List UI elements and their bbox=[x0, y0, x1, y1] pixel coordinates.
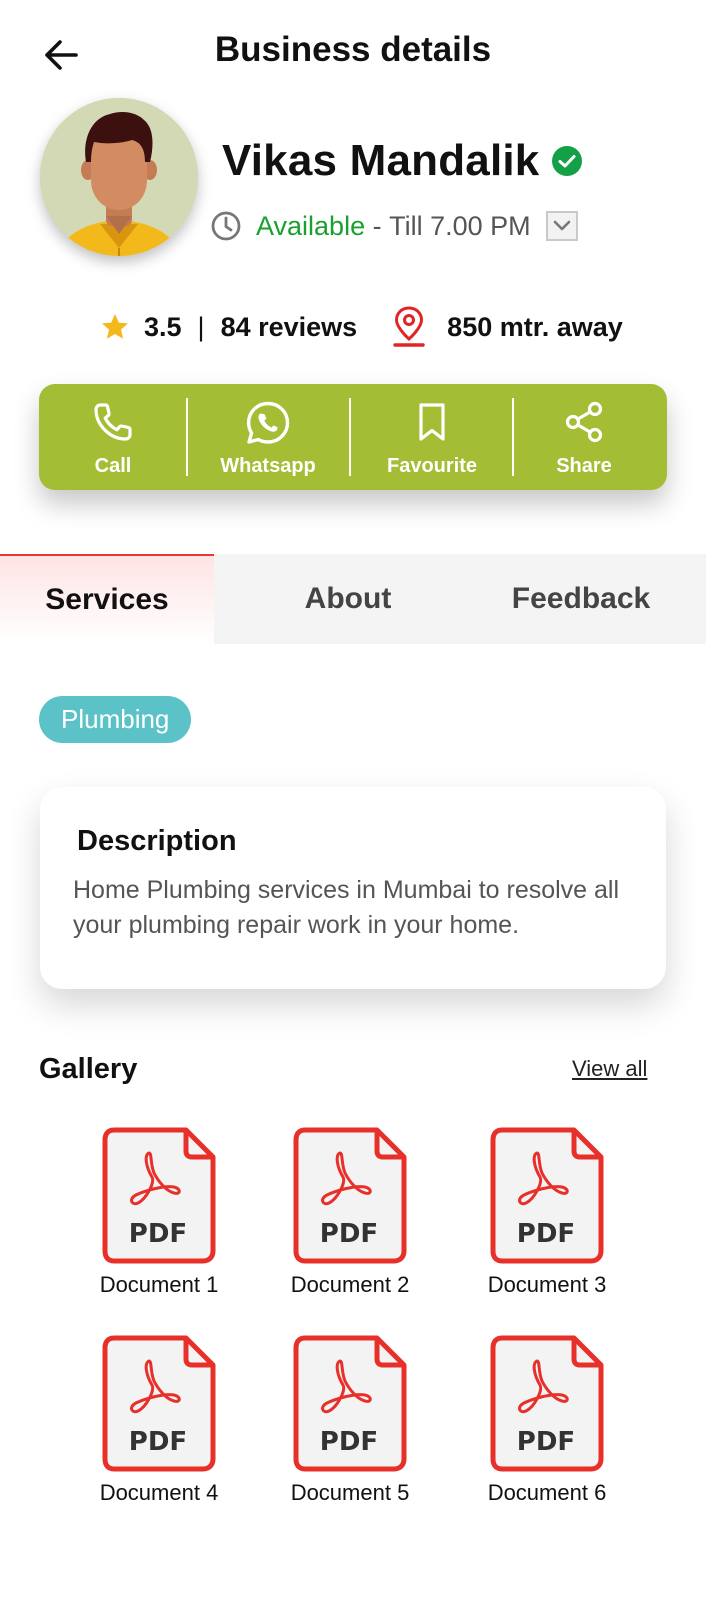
tab-services[interactable]: Services bbox=[0, 554, 214, 644]
pdf-file-icon: PDF bbox=[293, 1335, 407, 1472]
gallery-document[interactable]: PDF Document 2 bbox=[270, 1127, 430, 1313]
avatar bbox=[40, 98, 198, 256]
document-label: Document 5 bbox=[290, 1480, 410, 1505]
favourite-label: Favourite bbox=[386, 455, 478, 477]
gallery-document[interactable]: PDF Document 4 bbox=[79, 1335, 239, 1521]
document-label: Document 3 bbox=[487, 1272, 607, 1297]
page-title: Business details bbox=[214, 30, 492, 69]
clock-icon bbox=[211, 211, 241, 241]
description-text: Home Plumbing services in Mumbai to reso… bbox=[73, 876, 620, 939]
pdf-badge-text: PDF bbox=[129, 1219, 187, 1249]
availability-row: Available - Till 7.00 PM bbox=[210, 210, 578, 242]
whatsapp-button[interactable]: Whatsapp bbox=[188, 384, 348, 490]
pdf-badge-text: PDF bbox=[517, 1219, 575, 1249]
action-bar: Call Whatsapp Favourite Share bbox=[39, 384, 667, 490]
stats-row: 3.5 | 84 reviews 850 mtr. away bbox=[100, 306, 623, 348]
app-header: Business details bbox=[0, 0, 720, 100]
gallery-document[interactable]: PDF Document 6 bbox=[467, 1335, 627, 1521]
phone-icon bbox=[94, 403, 132, 441]
rating-value: 3.5 bbox=[144, 311, 182, 342]
pdf-file-icon: PDF bbox=[293, 1127, 407, 1264]
bookmark-icon bbox=[419, 403, 445, 441]
reviews-count[interactable]: 84 reviews bbox=[221, 312, 358, 343]
pdf-file-icon: PDF bbox=[102, 1127, 216, 1264]
pdf-badge-text: PDF bbox=[129, 1427, 187, 1457]
tab-bar: Services About Feedback bbox=[0, 554, 706, 644]
gallery-title: Gallery bbox=[39, 1053, 138, 1085]
business-name: Vikas Mandalik bbox=[222, 136, 540, 185]
view-all-link[interactable]: View all bbox=[572, 1056, 647, 1082]
tab-about[interactable]: About bbox=[244, 554, 452, 644]
share-button[interactable]: Share bbox=[514, 384, 654, 490]
location-pin-icon bbox=[393, 306, 425, 347]
share-label: Share bbox=[556, 455, 612, 477]
pdf-badge-text: PDF bbox=[320, 1427, 378, 1457]
pdf-badge-text: PDF bbox=[517, 1427, 575, 1457]
gallery-document[interactable]: PDF Document 1 bbox=[79, 1127, 239, 1313]
description-card: Description Home Plumbing services in Mu… bbox=[40, 787, 666, 989]
document-label: Document 6 bbox=[487, 1480, 607, 1505]
document-label: Document 4 bbox=[99, 1480, 219, 1505]
distance-text: 850 mtr. away bbox=[447, 311, 623, 342]
pdf-file-icon: PDF bbox=[490, 1127, 604, 1264]
availability-status: Available bbox=[256, 210, 366, 241]
tab-feedback[interactable]: Feedback bbox=[476, 554, 686, 644]
availability-separator: - bbox=[365, 210, 390, 241]
availability-until: Till 7.00 PM bbox=[389, 210, 531, 241]
pdf-file-icon: PDF bbox=[490, 1335, 604, 1472]
call-label: Call bbox=[94, 455, 132, 477]
business-name-row: Vikas Mandalik bbox=[222, 136, 583, 186]
verified-check-icon bbox=[552, 146, 583, 176]
call-button[interactable]: Call bbox=[39, 384, 187, 490]
share-icon bbox=[565, 401, 603, 443]
person-illustration bbox=[40, 98, 198, 256]
stats-divider: | bbox=[197, 311, 205, 342]
document-label: Document 2 bbox=[290, 1272, 410, 1297]
service-chip[interactable]: Plumbing bbox=[39, 696, 192, 743]
favourite-button[interactable]: Favourite bbox=[351, 384, 513, 490]
pdf-file-icon: PDF bbox=[102, 1335, 216, 1472]
whatsapp-icon bbox=[246, 401, 290, 444]
gallery-document[interactable]: PDF Document 5 bbox=[270, 1335, 430, 1521]
hours-dropdown-button[interactable] bbox=[545, 211, 578, 241]
star-icon bbox=[102, 314, 128, 339]
chevron-down-icon bbox=[553, 220, 570, 231]
description-title: Description bbox=[77, 825, 237, 857]
document-label: Document 1 bbox=[99, 1272, 219, 1297]
gallery-document[interactable]: PDF Document 3 bbox=[467, 1127, 627, 1313]
pdf-badge-text: PDF bbox=[320, 1219, 378, 1249]
whatsapp-label: Whatsapp bbox=[220, 455, 316, 477]
